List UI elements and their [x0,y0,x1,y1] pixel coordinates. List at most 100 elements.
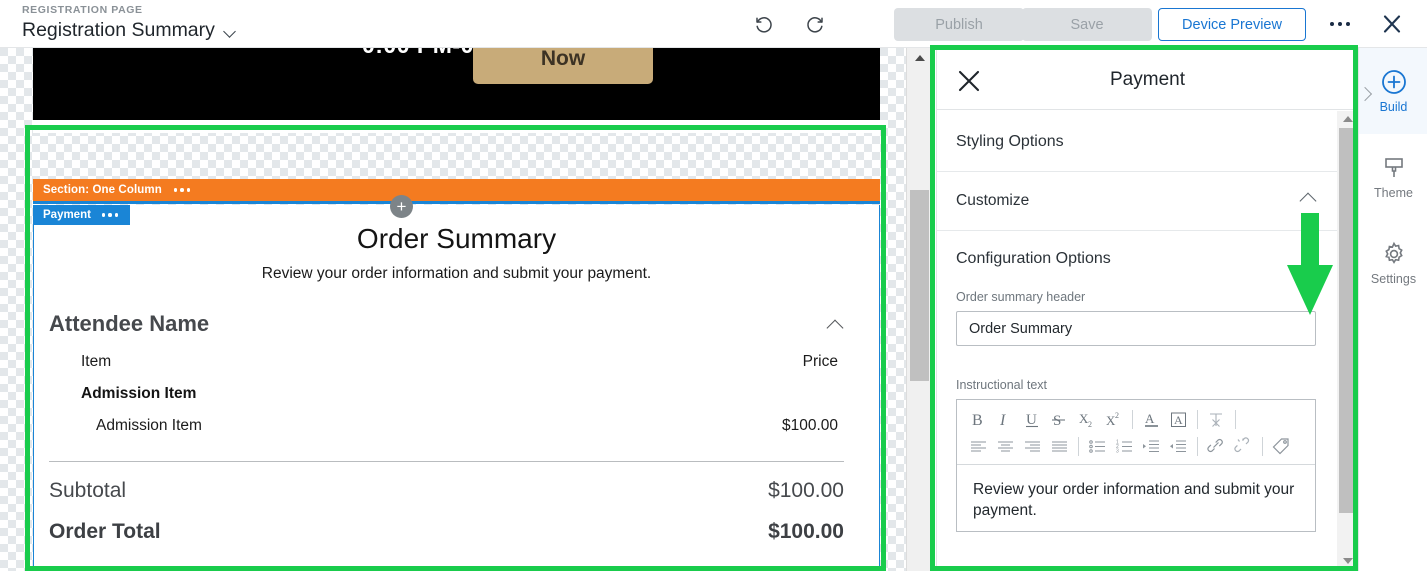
panel-close-button[interactable] [955,67,983,95]
row-item-price: $100.00 [781,417,838,434]
close-editor-button[interactable] [1376,9,1408,39]
rail-item-theme[interactable]: Theme [1359,134,1427,220]
totals-divider [49,461,844,462]
toolbar-separator [1197,410,1198,429]
close-icon [1383,15,1401,33]
italic-icon[interactable]: I [992,408,1019,432]
outdent-icon[interactable] [1138,435,1165,459]
instructional-text-value[interactable]: Review your order information and submit… [957,465,1315,531]
configuration-options-heading: Configuration Options [956,250,1111,267]
save-button[interactable]: Save [1022,8,1152,41]
item-group-label: Admission Item [81,385,197,402]
panel-scrollbar[interactable] [1337,111,1359,569]
order-summary-widget[interactable]: Order Summary Review your order informat… [33,205,880,571]
rich-text-toolbar-row-2: 123 [965,433,1311,460]
panel-scrollbar-thumb[interactable] [1339,128,1357,513]
align-center-icon[interactable] [992,435,1019,459]
page-title: Registration Summary [22,19,215,41]
row-item-name: Admission Item [96,417,202,434]
app-root: REGISTRATION PAGE Registration Summary P… [0,0,1427,571]
page-heading-group: REGISTRATION PAGE Registration Summary [22,3,237,42]
svg-text:2: 2 [1088,420,1092,429]
numbered-list-icon[interactable]: 123 [1111,435,1138,459]
strikethrough-icon[interactable]: S [1046,408,1073,432]
remove-link-icon[interactable] [1230,435,1257,459]
redo-button[interactable] [801,10,829,38]
toolbar-separator [1262,437,1263,456]
order-summary-subtitle: Review your order information and submit… [261,265,652,282]
order-summary-header-input[interactable] [956,311,1316,346]
svg-text:A: A [1174,413,1183,427]
rail-collapse-chevron-icon[interactable] [1358,85,1372,103]
top-toolbar: REGISTRATION PAGE Registration Summary P… [0,0,1427,48]
bulleted-list-icon[interactable] [1084,435,1111,459]
svg-text:3: 3 [1116,449,1119,455]
align-left-icon[interactable] [965,435,992,459]
more-options-button[interactable] [1324,10,1356,38]
toolbar-separator [1235,410,1236,429]
publish-button[interactable]: Publish [894,8,1024,41]
customize-row[interactable]: Customize [937,172,1337,231]
superscript-icon[interactable]: X2 [1100,408,1127,432]
order-total-value: $100.00 [768,520,844,543]
svg-text:2: 2 [1115,411,1119,420]
breadcrumb-eyebrow: REGISTRATION PAGE [22,4,143,16]
text-color-icon[interactable]: A [1138,408,1165,432]
clear-formatting-icon[interactable] [1203,408,1230,432]
attendee-section-header[interactable]: Attendee Name [49,311,844,337]
attendee-name: Attendee Name [49,311,210,336]
add-block-button[interactable]: + [390,195,413,218]
order-total-row: Order Total $100.00 [49,520,844,544]
section-menu-icon[interactable] [173,188,191,192]
section-label: Section: One Column [43,184,162,196]
hero-time-text: 0:00 PM-0:00 PM [33,48,880,59]
canvas-scrollbar[interactable] [906,48,931,571]
align-justify-icon[interactable] [1046,435,1073,459]
underline-icon[interactable]: U [1019,408,1046,432]
panel-title: Payment [1110,68,1185,90]
align-right-icon[interactable] [1019,435,1046,459]
insert-link-icon[interactable] [1203,435,1230,459]
chevron-up-icon[interactable] [826,318,844,330]
device-preview-button[interactable]: Device Preview [1158,8,1306,41]
column-header-price: Price [802,353,838,370]
payment-settings-panel: Payment Styling Options Customize Config… [936,50,1359,569]
instructional-text-label: Instructional text [956,378,1048,392]
rail-item-settings[interactable]: Settings [1359,220,1427,306]
rail-label-settings: Settings [1370,271,1417,286]
rich-text-toolbar-row-1: B I U S X2 X2 A A [965,406,1311,433]
kebab-icon [1329,21,1335,27]
undo-button[interactable] [750,10,778,38]
rail-label-build: Build [1379,99,1408,114]
chevron-down-icon [224,26,237,39]
svg-text:U: U [1026,412,1037,428]
section-one-column[interactable]: Section: One Column [33,179,880,204]
close-icon [958,70,980,92]
scroll-up-arrow-icon[interactable] [907,48,932,68]
rich-text-toolbar: B I U S X2 X2 A A 1 2 3 [957,400,1315,465]
undo-icon [756,17,772,33]
payment-widget-tag[interactable]: Payment [33,205,131,225]
payment-widget-menu-icon[interactable] [101,213,119,217]
scroll-down-arrow-icon[interactable] [1337,553,1359,569]
order-total-label: Order Total [49,520,161,543]
svg-text:B: B [972,412,983,429]
order-items-table: Item Price Admission Item Admission Item… [81,353,838,435]
canvas-scrollbar-thumb[interactable] [910,190,929,381]
instructional-text-editor[interactable]: B I U S X2 X2 A A 1 2 3 Review your orde… [956,399,1316,532]
bold-icon[interactable]: B [965,408,992,432]
section-toolbar[interactable]: Section: One Column [33,179,880,201]
page-title-dropdown[interactable]: Registration Summary [22,18,237,42]
background-color-icon[interactable]: A [1165,408,1192,432]
page-canvas[interactable]: 0:00 PM-0:00 PM Now Section: One Column … [0,48,931,571]
indent-icon[interactable] [1165,435,1192,459]
anchor-tag-icon[interactable] [1268,435,1295,459]
column-header-item: Item [81,353,112,370]
order-totals: Subtotal $100.00 Order Total $100.00 [49,479,844,544]
subscript-icon[interactable]: X2 [1073,408,1100,432]
svg-text:S: S [1053,413,1061,429]
editor-rail: Build Theme Settings [1358,48,1427,571]
scroll-up-arrow-icon[interactable] [1337,111,1359,127]
hero-cta-button[interactable]: Now [473,48,653,84]
rail-label-theme: Theme [1374,185,1413,200]
